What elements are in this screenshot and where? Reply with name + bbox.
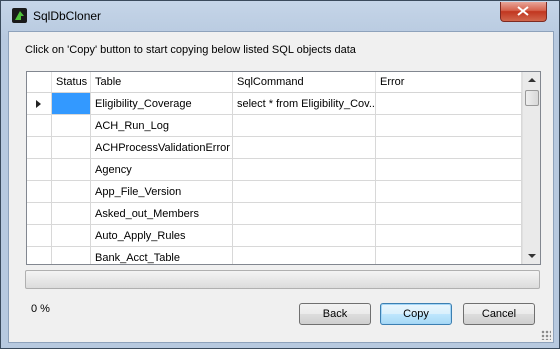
cell-sqlcommand[interactable] bbox=[233, 203, 376, 225]
copy-button[interactable]: Copy bbox=[380, 303, 452, 325]
column-header-status[interactable]: Status bbox=[52, 72, 91, 92]
cell-error[interactable] bbox=[376, 181, 522, 203]
cell-table[interactable]: ACH_Run_Log bbox=[91, 115, 233, 137]
cell-status[interactable] bbox=[52, 115, 91, 137]
cell-error[interactable] bbox=[376, 115, 522, 137]
title-bar[interactable]: SqlDbCloner bbox=[1, 1, 559, 31]
cell-status[interactable] bbox=[52, 181, 91, 203]
scroll-down-button[interactable] bbox=[523, 247, 540, 264]
row-header[interactable] bbox=[27, 115, 52, 137]
cell-sqlcommand[interactable] bbox=[233, 225, 376, 247]
scroll-up-button[interactable] bbox=[523, 72, 540, 89]
back-button[interactable]: Back bbox=[299, 303, 371, 325]
cell-status[interactable] bbox=[52, 225, 91, 247]
progress-percent: 0 % bbox=[31, 303, 50, 315]
resize-grip[interactable] bbox=[541, 330, 551, 340]
cell-error[interactable] bbox=[376, 203, 522, 225]
client-area: Click on 'Copy' button to start copying … bbox=[8, 31, 554, 343]
close-button[interactable] bbox=[500, 2, 547, 22]
table-row[interactable]: App_File_Version bbox=[27, 181, 522, 203]
table-row[interactable]: ACH_Run_Log bbox=[27, 115, 522, 137]
cell-error[interactable] bbox=[376, 137, 522, 159]
cell-status[interactable] bbox=[52, 203, 91, 225]
row-header[interactable] bbox=[27, 247, 52, 264]
table-row[interactable]: ACHProcessValidationError bbox=[27, 137, 522, 159]
row-header[interactable] bbox=[27, 159, 52, 181]
cell-error[interactable] bbox=[376, 247, 522, 264]
cell-table[interactable]: App_File_Version bbox=[91, 181, 233, 203]
column-header-sqlcommand[interactable]: SqlCommand bbox=[233, 72, 376, 92]
cell-sqlcommand[interactable]: select * from Eligibility_Cov... bbox=[233, 93, 376, 115]
cell-sqlcommand[interactable] bbox=[233, 159, 376, 181]
cell-table[interactable]: Eligibility_Coverage bbox=[91, 93, 233, 115]
table-row[interactable]: Bank_Acct_Table bbox=[27, 247, 522, 264]
row-header-corner bbox=[27, 72, 52, 92]
close-icon bbox=[517, 6, 529, 16]
cell-status[interactable] bbox=[52, 93, 91, 115]
cancel-button[interactable]: Cancel bbox=[463, 303, 535, 325]
cell-table[interactable]: Bank_Acct_Table bbox=[91, 247, 233, 264]
window-title: SqlDbCloner bbox=[33, 9, 102, 23]
objects-grid[interactable]: Status Table SqlCommand Error Eligibilit… bbox=[26, 71, 541, 265]
table-row[interactable]: Agency bbox=[27, 159, 522, 181]
table-row[interactable]: Eligibility_Coverage select * from Eligib… bbox=[27, 93, 522, 115]
app-icon bbox=[12, 8, 27, 23]
grid-header: Status Table SqlCommand Error bbox=[27, 72, 522, 93]
row-header[interactable] bbox=[27, 181, 52, 203]
row-header[interactable] bbox=[27, 137, 52, 159]
cell-table[interactable]: Asked_out_Members bbox=[91, 203, 233, 225]
cell-sqlcommand[interactable] bbox=[233, 181, 376, 203]
row-header[interactable] bbox=[27, 203, 52, 225]
cell-status[interactable] bbox=[52, 137, 91, 159]
current-row-indicator[interactable] bbox=[27, 93, 52, 115]
table-row[interactable]: Auto_Apply_Rules bbox=[27, 225, 522, 247]
cell-error[interactable] bbox=[376, 93, 522, 115]
cell-sqlcommand[interactable] bbox=[233, 137, 376, 159]
cell-status[interactable] bbox=[52, 159, 91, 181]
cell-error[interactable] bbox=[376, 159, 522, 181]
cell-error[interactable] bbox=[376, 225, 522, 247]
window-frame: SqlDbCloner Click on 'Copy' button to st… bbox=[0, 0, 560, 349]
cell-status[interactable] bbox=[52, 247, 91, 264]
cell-sqlcommand[interactable] bbox=[233, 247, 376, 264]
vertical-scrollbar[interactable] bbox=[522, 72, 540, 264]
column-header-table[interactable]: Table bbox=[91, 72, 233, 92]
scroll-thumb[interactable] bbox=[525, 90, 539, 106]
instruction-text: Click on 'Copy' button to start copying … bbox=[25, 44, 356, 56]
cell-sqlcommand[interactable] bbox=[233, 115, 376, 137]
cell-table[interactable]: ACHProcessValidationError bbox=[91, 137, 233, 159]
copy-progress-bar bbox=[25, 270, 540, 289]
cell-table[interactable]: Auto_Apply_Rules bbox=[91, 225, 233, 247]
row-header[interactable] bbox=[27, 225, 52, 247]
table-row[interactable]: Asked_out_Members bbox=[27, 203, 522, 225]
cell-table[interactable]: Agency bbox=[91, 159, 233, 181]
column-header-error[interactable]: Error bbox=[376, 72, 522, 92]
